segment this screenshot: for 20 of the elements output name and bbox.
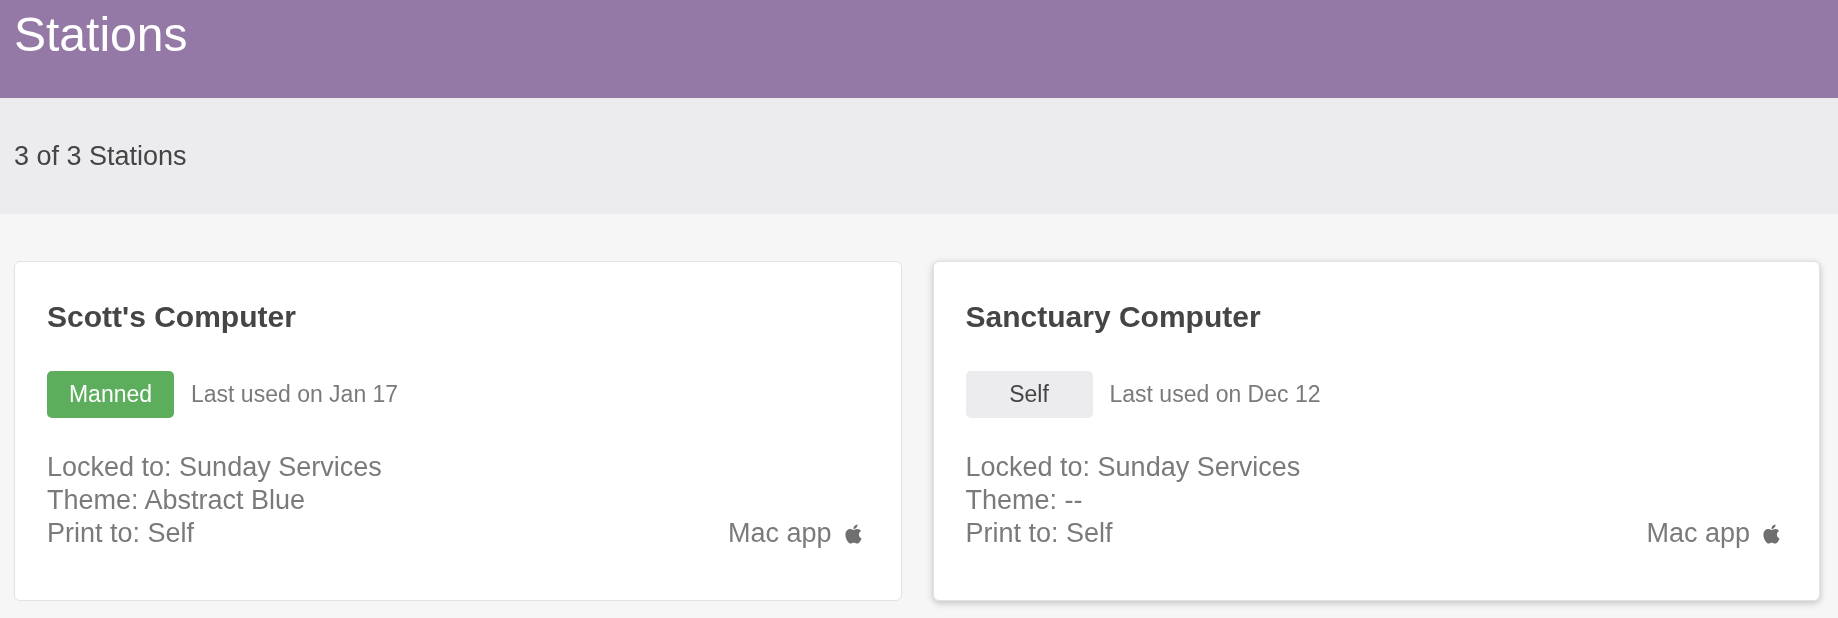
apple-icon — [843, 522, 863, 545]
detail-line: Theme: -- — [965, 484, 1084, 517]
station-card[interactable]: Sanctuary Computer Self Last used on Dec 12 Locked to: Sunday Services Theme: -- Print to: Self Mac app — [932, 261, 1820, 601]
station-count: 3 of 3 Stations — [14, 139, 187, 173]
platform-label: Mac app — [1646, 517, 1750, 550]
detail-line: Locked to: Sunday Services — [965, 451, 1301, 484]
platform-label: Mac app — [727, 517, 832, 550]
detail-line: Theme: Abstract Blue — [47, 484, 307, 517]
station-name: Sanctuary Computer — [965, 299, 1262, 335]
detail-line: Locked to: Sunday Services — [47, 451, 382, 484]
detail-line: Print to: Self — [965, 517, 1114, 550]
station-card[interactable]: Scott's Computer Manned Last used on Jan 17 Locked to: Sunday Services Theme: Abstract Blue Print to: Self Mac app — [14, 261, 902, 601]
mode-badge: Self — [965, 371, 1093, 418]
station-name: Scott's Computer — [47, 299, 297, 335]
apple-icon — [1762, 522, 1781, 545]
page-title: Stations — [14, 8, 188, 61]
last-used-text: Last used on Dec 12 — [1109, 380, 1321, 410]
last-used-text: Last used on Jan 17 — [191, 380, 399, 410]
detail-line: Print to: Self — [47, 517, 196, 550]
mode-badge: Manned — [47, 371, 174, 418]
